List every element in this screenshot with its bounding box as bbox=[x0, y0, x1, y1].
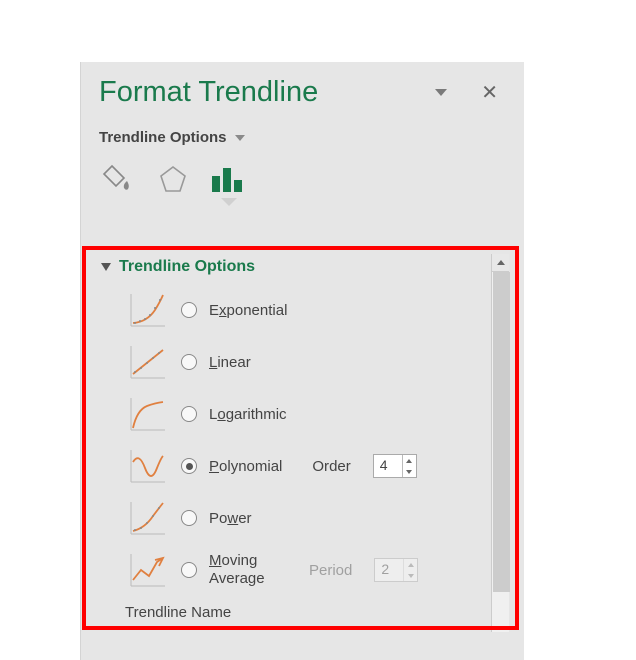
label-logarithmic: Logarithmic bbox=[209, 406, 287, 423]
order-label: Order bbox=[312, 458, 350, 475]
panel-header: Format Trendline ✕ bbox=[81, 62, 524, 115]
header-controls: ✕ bbox=[435, 80, 498, 105]
chevron-down-icon bbox=[235, 135, 245, 141]
label-polynomial: Polynomial bbox=[209, 458, 282, 475]
power-curve-icon bbox=[125, 498, 169, 538]
bar-chart-icon bbox=[210, 164, 244, 196]
option-logarithmic[interactable]: Logarithmic bbox=[99, 388, 509, 440]
paint-bucket-icon bbox=[102, 163, 136, 197]
close-icon[interactable]: ✕ bbox=[481, 80, 498, 105]
trendline-options-tab[interactable] bbox=[207, 160, 247, 200]
period-label: Period bbox=[309, 562, 352, 579]
subheader-label: Trendline Options bbox=[99, 129, 227, 146]
order-spinner[interactable]: 4 bbox=[373, 454, 417, 478]
option-polynomial[interactable]: Polynomial Order 4 bbox=[99, 440, 509, 492]
order-up-icon[interactable] bbox=[403, 455, 416, 466]
order-spinner-buttons bbox=[402, 455, 416, 477]
period-spinner: 2 bbox=[374, 558, 418, 582]
option-exponential[interactable]: Exponential bbox=[99, 284, 509, 336]
linear-curve-icon bbox=[125, 342, 169, 382]
order-down-icon[interactable] bbox=[403, 466, 416, 477]
collapse-triangle-icon bbox=[101, 263, 111, 271]
period-down-icon bbox=[404, 570, 417, 581]
radio-moving-average[interactable] bbox=[181, 562, 197, 578]
option-moving-average[interactable]: Moving Average Period 2 bbox=[99, 544, 509, 596]
trendline-name-label: Trendline Name bbox=[99, 596, 509, 621]
radio-linear[interactable] bbox=[181, 354, 197, 370]
fill-line-tab[interactable] bbox=[99, 160, 139, 200]
label-moving-average: Moving Average bbox=[209, 552, 279, 588]
period-spinner-buttons bbox=[403, 559, 417, 581]
option-power[interactable]: Power bbox=[99, 492, 509, 544]
radio-logarithmic[interactable] bbox=[181, 406, 197, 422]
category-tabs bbox=[81, 156, 524, 220]
effects-tab[interactable] bbox=[153, 160, 193, 200]
option-linear[interactable]: Linear bbox=[99, 336, 509, 388]
scrollbar[interactable] bbox=[491, 254, 509, 632]
moving-average-curve-icon bbox=[125, 550, 169, 590]
period-value: 2 bbox=[375, 559, 403, 581]
radio-polynomial[interactable] bbox=[181, 458, 197, 474]
order-value[interactable]: 4 bbox=[374, 455, 402, 477]
scroll-up-icon[interactable] bbox=[492, 254, 509, 272]
polynomial-curve-icon bbox=[125, 446, 169, 486]
format-trendline-panel: Format Trendline ✕ Trendline Options bbox=[80, 62, 524, 660]
panel-title: Format Trendline bbox=[99, 76, 318, 109]
section-header[interactable]: Trendline Options bbox=[99, 254, 509, 284]
exponential-curve-icon bbox=[125, 290, 169, 330]
radio-exponential[interactable] bbox=[181, 302, 197, 318]
pentagon-icon bbox=[156, 163, 190, 197]
section-title: Trendline Options bbox=[119, 258, 255, 276]
period-up-icon bbox=[404, 559, 417, 570]
logarithmic-curve-icon bbox=[125, 394, 169, 434]
radio-power[interactable] bbox=[181, 510, 197, 526]
scroll-thumb[interactable] bbox=[493, 272, 510, 592]
active-tab-pointer-icon bbox=[221, 198, 237, 206]
label-exponential: Exponential bbox=[209, 302, 287, 319]
label-power: Power bbox=[209, 510, 252, 527]
label-linear: Linear bbox=[209, 354, 251, 371]
content-area: Trendline Options Exponential Linear bbox=[99, 254, 509, 660]
panel-options-dropdown-icon[interactable] bbox=[435, 89, 447, 96]
subheader[interactable]: Trendline Options bbox=[81, 115, 524, 156]
